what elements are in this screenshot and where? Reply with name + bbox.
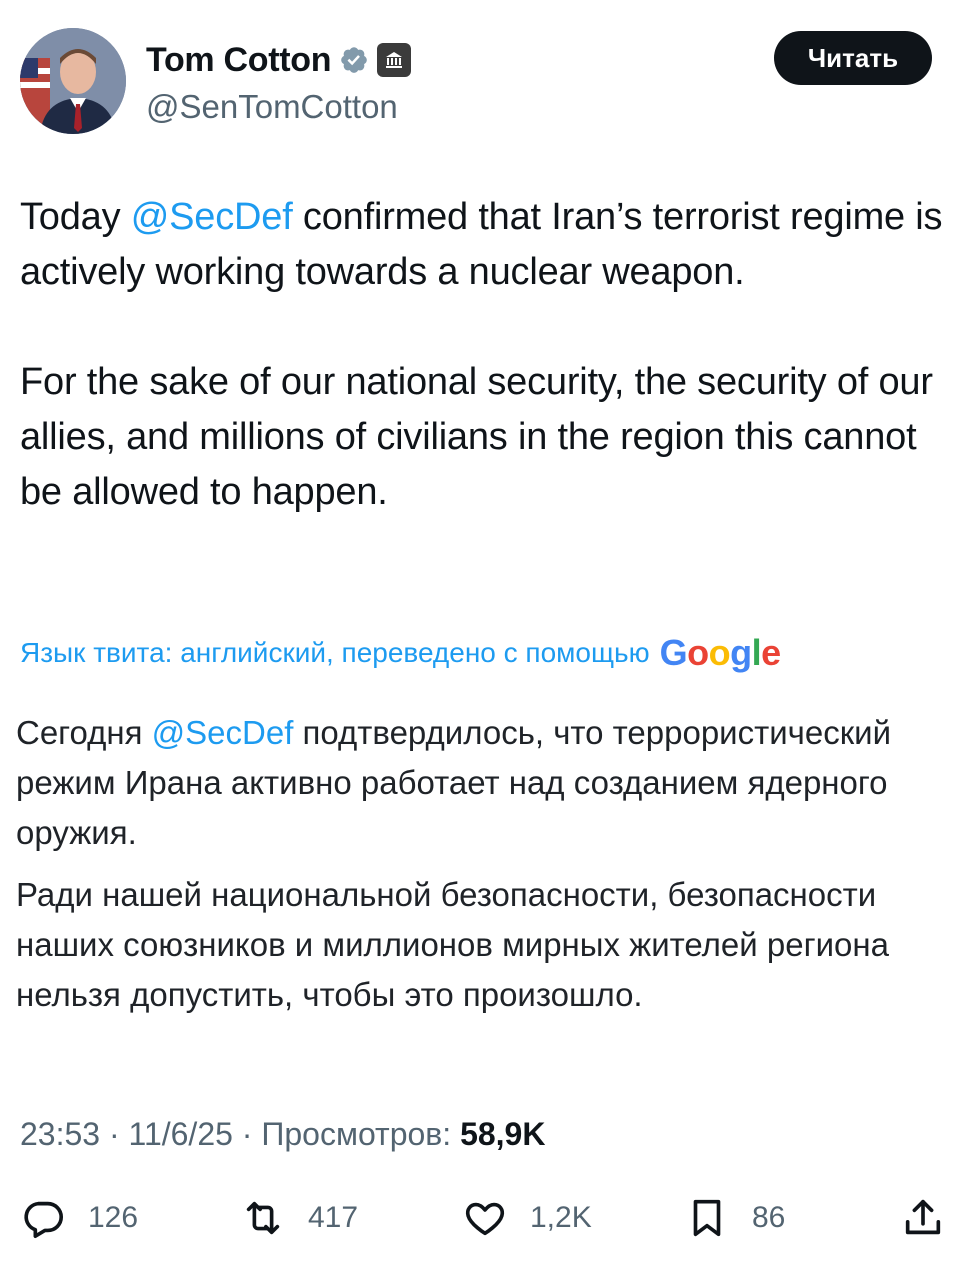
tweet-text-segment: Today [20, 196, 131, 238]
repost-count: 417 [308, 1201, 359, 1234]
tweet-header: Tom Cotton @SenTomCotton Читать [20, 28, 932, 138]
follow-button[interactable]: Читать [774, 31, 932, 85]
repost-icon [246, 1201, 280, 1235]
bookmark-icon [693, 1199, 721, 1237]
tweet-paragraph: Today @SecDef confirmed that Iran’s terr… [20, 190, 950, 300]
author-handle[interactable]: @SenTomCotton [146, 88, 411, 126]
share-icon [905, 1199, 941, 1235]
bookmark-button[interactable]: 86 [684, 1190, 785, 1246]
verified-badge-icon[interactable] [339, 45, 369, 75]
tweet-text: Today @SecDef confirmed that Iran’s terr… [20, 190, 950, 575]
google-logo: Google [659, 632, 782, 673]
tweet-time[interactable]: 23:53 [20, 1116, 100, 1152]
reply-icon [24, 1201, 64, 1239]
views-count[interactable]: 58,9K [460, 1116, 545, 1152]
meta-separator: · [100, 1116, 129, 1152]
views-label: Просмотров: [261, 1116, 452, 1152]
bookmark-count: 86 [752, 1201, 786, 1234]
tweet-meta: 23:53 · 11/6/25 · Просмотров: 58,9K [20, 1116, 545, 1153]
reply-button[interactable]: 126 [20, 1190, 138, 1246]
like-button[interactable]: 1,2K [462, 1190, 592, 1246]
mention-link[interactable]: @SecDef [131, 196, 293, 238]
author-names: Tom Cotton @SenTomCotton [146, 38, 412, 126]
meta-separator: · [232, 1116, 262, 1152]
mention-link[interactable]: @SecDef [152, 714, 294, 751]
translated-paragraph: Сегодня @SecDef подтвердилось, что терро… [16, 708, 951, 858]
action-bar: 126 417 1,2K 86 [20, 1190, 950, 1250]
translated-text-segment: Сегодня [16, 714, 152, 751]
like-count: 1,2K [530, 1201, 592, 1234]
avatar[interactable] [20, 28, 126, 134]
translated-text: Сегодня @SecDef подтвердилось, что терро… [16, 708, 951, 1032]
translation-note-text[interactable]: Язык твита: английский, переведено с пом… [20, 637, 650, 669]
reply-count: 126 [88, 1201, 139, 1234]
share-button[interactable] [900, 1190, 946, 1246]
display-name[interactable]: Tom Cotton [146, 41, 332, 80]
repost-button[interactable]: 417 [240, 1190, 358, 1246]
name-row: Tom Cotton [146, 38, 412, 82]
tweet-paragraph: For the sake of our national security, t… [20, 361, 933, 513]
tweet-date[interactable]: 11/6/25 [129, 1116, 233, 1152]
translated-paragraph: Ради нашей национальной безопасности, бе… [16, 876, 889, 1013]
heart-icon [465, 1202, 505, 1236]
government-building-icon[interactable] [377, 43, 412, 77]
translation-note[interactable]: Язык твита: английский, переведено с пом… [20, 632, 781, 674]
